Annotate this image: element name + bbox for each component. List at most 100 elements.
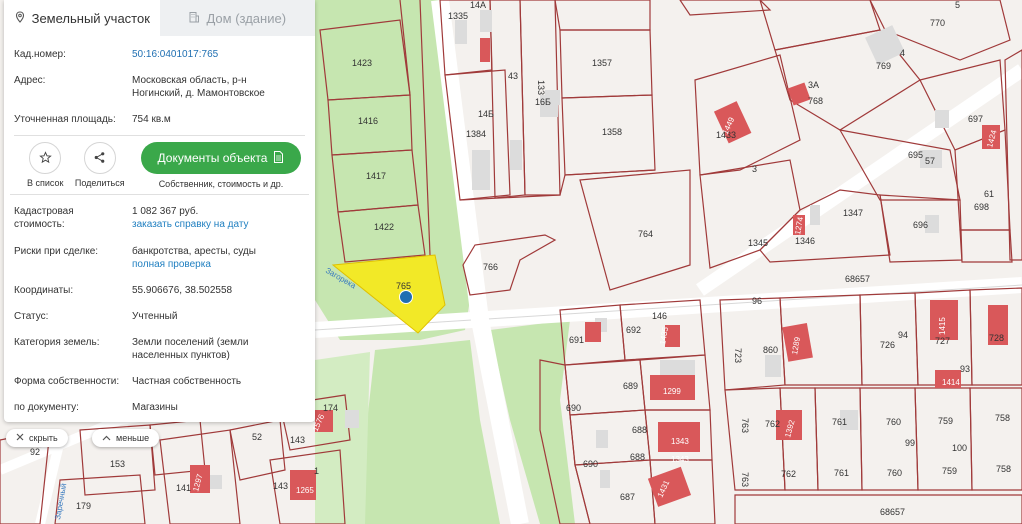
less-info-label: меньше	[116, 433, 150, 443]
star-icon	[38, 150, 52, 166]
svg-text:52: 52	[252, 432, 262, 442]
hide-panel-label: скрыть	[29, 433, 58, 443]
tab-house[interactable]: Дом (здание)	[159, 0, 315, 36]
order-certificate-link[interactable]: заказать справку на дату	[132, 218, 305, 231]
svg-text:761: 761	[834, 468, 849, 478]
svg-text:3: 3	[752, 164, 757, 174]
cad-value-label-line-2: стоимость:	[14, 219, 65, 230]
hide-panel-button[interactable]: скрыть	[6, 429, 68, 447]
documents-subtitle: Собственник, стоимость и др.	[158, 179, 284, 189]
address-line-1: Московская область, р-н	[132, 75, 247, 86]
svg-text:1358: 1358	[602, 127, 622, 137]
area-row: Уточненная площадь: 754 кв.м	[4, 113, 315, 126]
add-to-list-button[interactable]: В список	[18, 142, 73, 188]
chevron-up-icon	[102, 433, 111, 443]
share-button[interactable]: Поделиться	[73, 142, 128, 188]
svg-text:692: 692	[626, 325, 641, 335]
svg-text:768: 768	[808, 96, 823, 106]
svg-text:763: 763	[740, 418, 750, 433]
documents-button[interactable]: Документы объекта	[141, 142, 301, 174]
svg-text:762: 762	[765, 419, 780, 429]
svg-text:860: 860	[763, 345, 778, 355]
share-icon	[93, 151, 106, 166]
svg-text:688: 688	[632, 425, 647, 435]
documents-button-label: Документы объекта	[157, 151, 268, 165]
svg-text:698: 698	[974, 202, 989, 212]
svg-text:770: 770	[930, 18, 945, 28]
cad-number-value[interactable]: 50:16:0401017:765	[132, 48, 305, 61]
svg-text:57: 57	[925, 156, 935, 166]
svg-text:762: 762	[781, 469, 796, 479]
location-marker[interactable]	[399, 290, 413, 304]
svg-text:1423: 1423	[352, 58, 372, 68]
category-label: Категория земель:	[14, 337, 100, 348]
cad-number-row: Кад.номер: 50:16:0401017:765	[4, 48, 315, 61]
cad-value-label-line-1: Кадастровая	[14, 206, 74, 217]
panel-tabs: Земельный участок Дом (здание)	[4, 0, 315, 36]
svg-text:1343: 1343	[671, 455, 689, 464]
svg-text:761: 761	[832, 417, 847, 427]
svg-text:1: 1	[314, 466, 319, 476]
svg-text:1415: 1415	[938, 317, 947, 335]
cad-value: 1 082 367 руб.	[132, 206, 199, 217]
svg-text:43: 43	[508, 71, 518, 81]
svg-text:723: 723	[733, 348, 743, 363]
ownership-row: Форма собственности: Частная собственнос…	[4, 375, 315, 388]
cad-value-row: Кадастровая стоимость: 1 082 367 руб. за…	[4, 205, 315, 231]
svg-text:1357: 1357	[592, 58, 612, 68]
svg-text:727: 727	[935, 336, 950, 346]
risks-value: банкротства, аресты, суды	[132, 246, 256, 257]
full-check-link[interactable]: полная проверка	[132, 258, 305, 271]
svg-text:100: 100	[952, 443, 967, 453]
green-area	[315, 352, 370, 524]
risks-label: Риски при сделке:	[14, 246, 99, 257]
tab-land-plot[interactable]: Земельный участок	[4, 0, 160, 36]
svg-text:93: 93	[960, 364, 970, 374]
svg-text:94: 94	[898, 330, 908, 340]
svg-text:1343: 1343	[671, 437, 689, 446]
location-pin-icon	[14, 10, 26, 26]
svg-text:697: 697	[968, 114, 983, 124]
svg-text:689: 689	[623, 381, 638, 391]
svg-text:1417: 1417	[366, 171, 386, 181]
svg-text:688: 688	[630, 452, 645, 462]
less-info-button[interactable]: меньше	[92, 429, 160, 447]
svg-text:141: 141	[176, 483, 191, 493]
info-panel: Земельный участок Дом (здание) Кад.номер…	[4, 0, 315, 422]
svg-text:763: 763	[740, 472, 750, 487]
add-to-list-label: В список	[27, 178, 64, 188]
svg-text:1335: 1335	[448, 11, 468, 21]
svg-text:766: 766	[483, 262, 498, 272]
svg-text:687: 687	[620, 492, 635, 502]
svg-text:3А: 3А	[808, 80, 819, 90]
svg-text:759: 759	[942, 466, 957, 476]
svg-text:14Б: 14Б	[478, 109, 494, 119]
close-icon	[16, 433, 24, 443]
coords-row: Координаты: 55.906676, 38.502558	[4, 284, 315, 297]
svg-text:16Б: 16Б	[535, 97, 551, 107]
svg-text:759: 759	[938, 416, 953, 426]
svg-text:728: 728	[989, 333, 1004, 343]
address-row: Адрес: Московская область, р-н Ногинский…	[4, 74, 315, 100]
svg-text:726: 726	[880, 340, 895, 350]
by-document-value: Магазины	[132, 402, 178, 413]
svg-text:760: 760	[887, 468, 902, 478]
svg-text:690: 690	[566, 403, 581, 413]
svg-text:695: 695	[908, 150, 923, 160]
building-icon	[188, 11, 200, 26]
status-value: Учтенный	[132, 311, 178, 322]
svg-text:61: 61	[984, 189, 994, 199]
svg-text:1414: 1414	[942, 378, 960, 387]
svg-text:1299: 1299	[663, 387, 681, 396]
svg-text:96: 96	[752, 296, 762, 306]
svg-text:68657: 68657	[845, 274, 870, 284]
svg-text:4: 4	[900, 48, 905, 58]
tab-house-label: Дом (здание)	[206, 10, 287, 26]
risks-row: Риски при сделке: банкротства, аресты, с…	[4, 245, 315, 271]
svg-text:691: 691	[569, 335, 584, 345]
svg-text:68657: 68657	[880, 507, 905, 517]
svg-text:760: 760	[886, 417, 901, 427]
document-icon	[273, 150, 284, 166]
category-line-2: населенных пунктов)	[132, 350, 230, 361]
coords-value: 55.906676, 38.502558	[132, 285, 233, 296]
